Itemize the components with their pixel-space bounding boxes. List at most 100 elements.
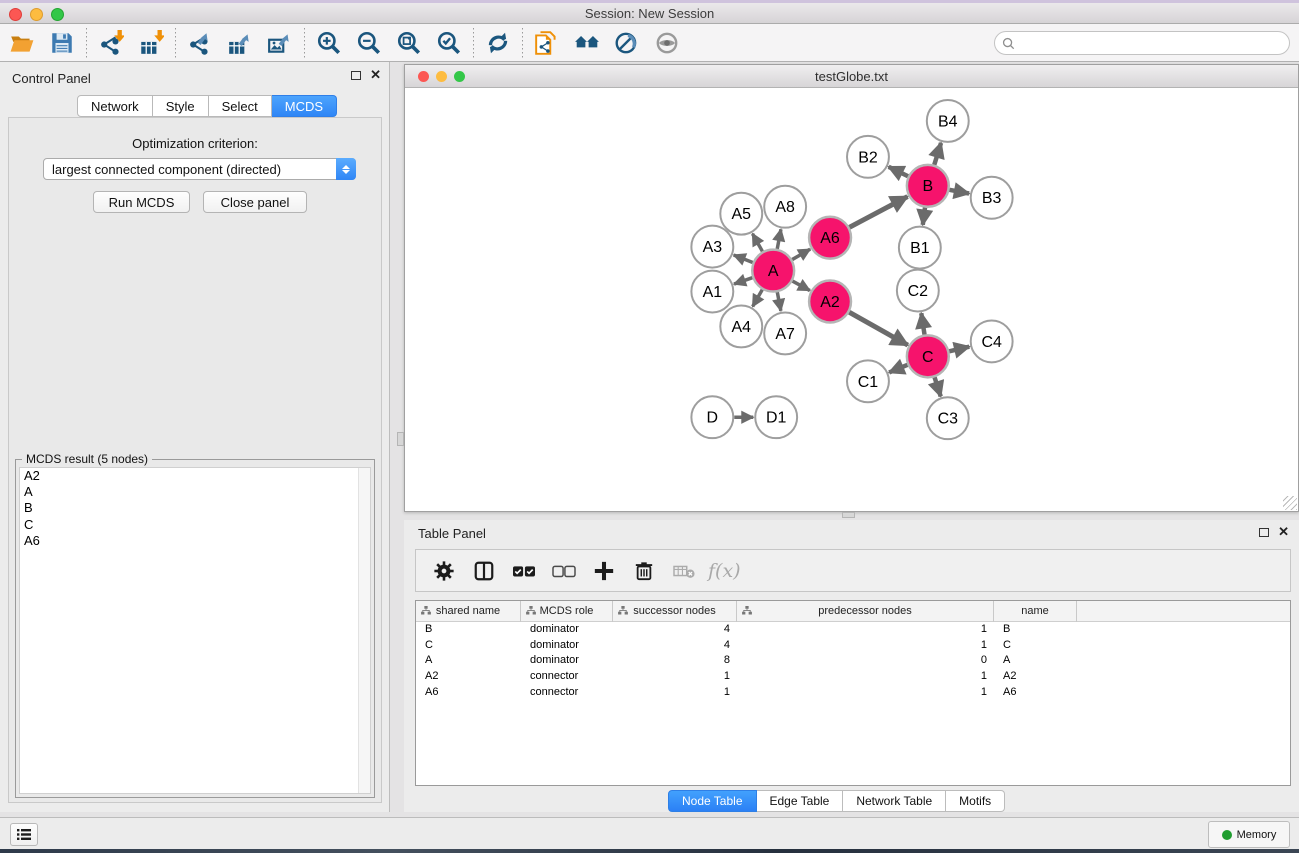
column-header-MCDS-role[interactable]: MCDS role <box>521 601 613 622</box>
edge-C-C1[interactable] <box>889 365 907 373</box>
tab-network[interactable]: Network <box>77 95 153 117</box>
edge-A-A5[interactable] <box>752 234 762 252</box>
table-cell[interactable]: 1 <box>613 669 737 685</box>
network-graph[interactable]: B4B2BB3A8A5A6A3B1AC2A1A2A4A7C4CC1DD1C3 <box>405 88 1298 511</box>
zoom-out-button[interactable] <box>349 26 389 60</box>
edge-B-B1[interactable] <box>923 208 925 225</box>
table-cell[interactable]: 8 <box>613 653 737 669</box>
edge-A2-C[interactable] <box>849 312 908 345</box>
table-row[interactable]: A2connector11A2 <box>416 669 1290 685</box>
close-table-panel-icon[interactable]: ✕ <box>1278 527 1289 537</box>
network-window-titlebar[interactable]: testGlobe.txt <box>405 65 1298 88</box>
search-field[interactable] <box>994 31 1290 55</box>
result-item[interactable]: B <box>20 500 370 516</box>
float-table-panel-icon[interactable] <box>1259 528 1269 537</box>
result-item[interactable]: A <box>20 484 370 500</box>
edge-B-B3[interactable] <box>949 190 969 194</box>
task-history-button[interactable] <box>10 823 38 846</box>
table-cell[interactable]: dominator <box>521 653 613 669</box>
criterion-dropdown[interactable]: largest connected component (directed) <box>43 158 356 180</box>
edge-A-A4[interactable] <box>753 290 763 307</box>
column-header-predecessor-nodes[interactable]: predecessor nodes <box>737 601 994 622</box>
edge-A-A6[interactable] <box>792 249 810 259</box>
table-cell[interactable]: dominator <box>521 622 613 638</box>
table-body[interactable]: Bdominator41BCdominator41CAdominator80AA… <box>416 622 1290 785</box>
table-cell[interactable]: 4 <box>613 622 737 638</box>
tab-node-table[interactable]: Node Table <box>668 790 757 812</box>
table-cell[interactable]: A <box>416 653 521 669</box>
table-cell[interactable]: 1 <box>737 669 994 685</box>
delete-rows-icon[interactable] <box>626 553 662 589</box>
edge-A-A7[interactable] <box>777 292 781 311</box>
table-row[interactable]: Adominator80A <box>416 653 1290 669</box>
table-cell[interactable]: dominator <box>521 638 613 654</box>
save-session-button[interactable] <box>42 26 82 60</box>
table-row[interactable]: A6connector11A6 <box>416 685 1290 701</box>
edge-B-B2[interactable] <box>889 167 908 176</box>
add-column-icon[interactable] <box>586 553 622 589</box>
tab-select[interactable]: Select <box>209 95 272 117</box>
table-cell[interactable]: 1 <box>737 622 994 638</box>
edge-A-A1[interactable] <box>734 278 752 284</box>
open-session-button[interactable] <box>2 26 42 60</box>
edge-C-C3[interactable] <box>935 377 941 396</box>
memory-button[interactable]: Memory <box>1208 821 1290 848</box>
column-header-successor-nodes[interactable]: successor nodes <box>613 601 737 622</box>
table-cell[interactable]: B <box>416 622 521 638</box>
table-cell[interactable]: C <box>416 638 521 654</box>
column-header-name[interactable]: name <box>994 601 1077 622</box>
deselect-all-icon[interactable] <box>546 553 582 589</box>
table-cell[interactable]: B <box>994 622 1077 638</box>
split-columns-icon[interactable] <box>466 553 502 589</box>
gear-icon[interactable] <box>426 553 462 589</box>
mcds-result-list[interactable]: A2ABCA6 <box>19 467 371 794</box>
result-item[interactable]: C <box>20 517 370 533</box>
table-cell[interactable]: A6 <box>416 685 521 701</box>
resize-grip-icon[interactable] <box>1283 496 1297 510</box>
table-cell[interactable]: 0 <box>737 653 994 669</box>
table-cell[interactable]: A2 <box>416 669 521 685</box>
edge-B-B4[interactable] <box>934 143 941 165</box>
edge-A-A2[interactable] <box>792 281 809 290</box>
result-item[interactable]: A6 <box>20 533 370 549</box>
edge-A6-B[interactable] <box>849 197 907 228</box>
refresh-button[interactable] <box>478 26 518 60</box>
node-table[interactable]: shared nameMCDS rolesuccessor nodesprede… <box>415 600 1291 786</box>
horizontal-splitter-handle[interactable] <box>842 512 855 518</box>
vertical-splitter-handle[interactable] <box>397 432 404 446</box>
table-cell[interactable]: A2 <box>994 669 1077 685</box>
table-cell[interactable]: A <box>994 653 1077 669</box>
search-input[interactable] <box>1015 36 1289 50</box>
zoom-selected-button[interactable] <box>429 26 469 60</box>
export-image-button[interactable] <box>260 26 300 60</box>
table-cell[interactable]: connector <box>521 685 613 701</box>
table-cell[interactable]: 1 <box>737 685 994 701</box>
edge-C-C4[interactable] <box>949 347 969 352</box>
table-cell[interactable]: 1 <box>613 685 737 701</box>
zoom-fit-button[interactable] <box>389 26 429 60</box>
result-scrollbar[interactable] <box>358 468 370 793</box>
tab-motifs[interactable]: Motifs <box>946 790 1005 812</box>
import-network-button[interactable] <box>91 26 131 60</box>
tab-edge-table[interactable]: Edge Table <box>757 790 844 812</box>
hide-labels-button[interactable] <box>607 26 647 60</box>
table-cell[interactable]: 4 <box>613 638 737 654</box>
table-cell[interactable]: 1 <box>737 638 994 654</box>
float-panel-icon[interactable] <box>351 71 361 80</box>
new-network-from-file-button[interactable] <box>527 26 567 60</box>
edge-C-C2[interactable] <box>921 313 924 334</box>
result-item[interactable]: A2 <box>20 468 370 484</box>
table-row[interactable]: Cdominator41C <box>416 638 1290 654</box>
import-table-button[interactable] <box>131 26 171 60</box>
run-mcds-button[interactable]: Run MCDS <box>93 191 190 213</box>
close-panel-button[interactable]: Close panel <box>203 191 307 213</box>
network-canvas[interactable]: B4B2BB3A8A5A6A3B1AC2A1A2A4A7C4CC1DD1C3 <box>405 88 1298 511</box>
table-header-row[interactable]: shared nameMCDS rolesuccessor nodesprede… <box>416 601 1290 622</box>
export-table-button[interactable] <box>220 26 260 60</box>
tab-mcds[interactable]: MCDS <box>272 95 337 117</box>
tab-style[interactable]: Style <box>153 95 209 117</box>
edge-A-A8[interactable] <box>777 229 781 249</box>
export-network-button[interactable] <box>180 26 220 60</box>
tab-network-table[interactable]: Network Table <box>843 790 946 812</box>
zoom-in-button[interactable] <box>309 26 349 60</box>
